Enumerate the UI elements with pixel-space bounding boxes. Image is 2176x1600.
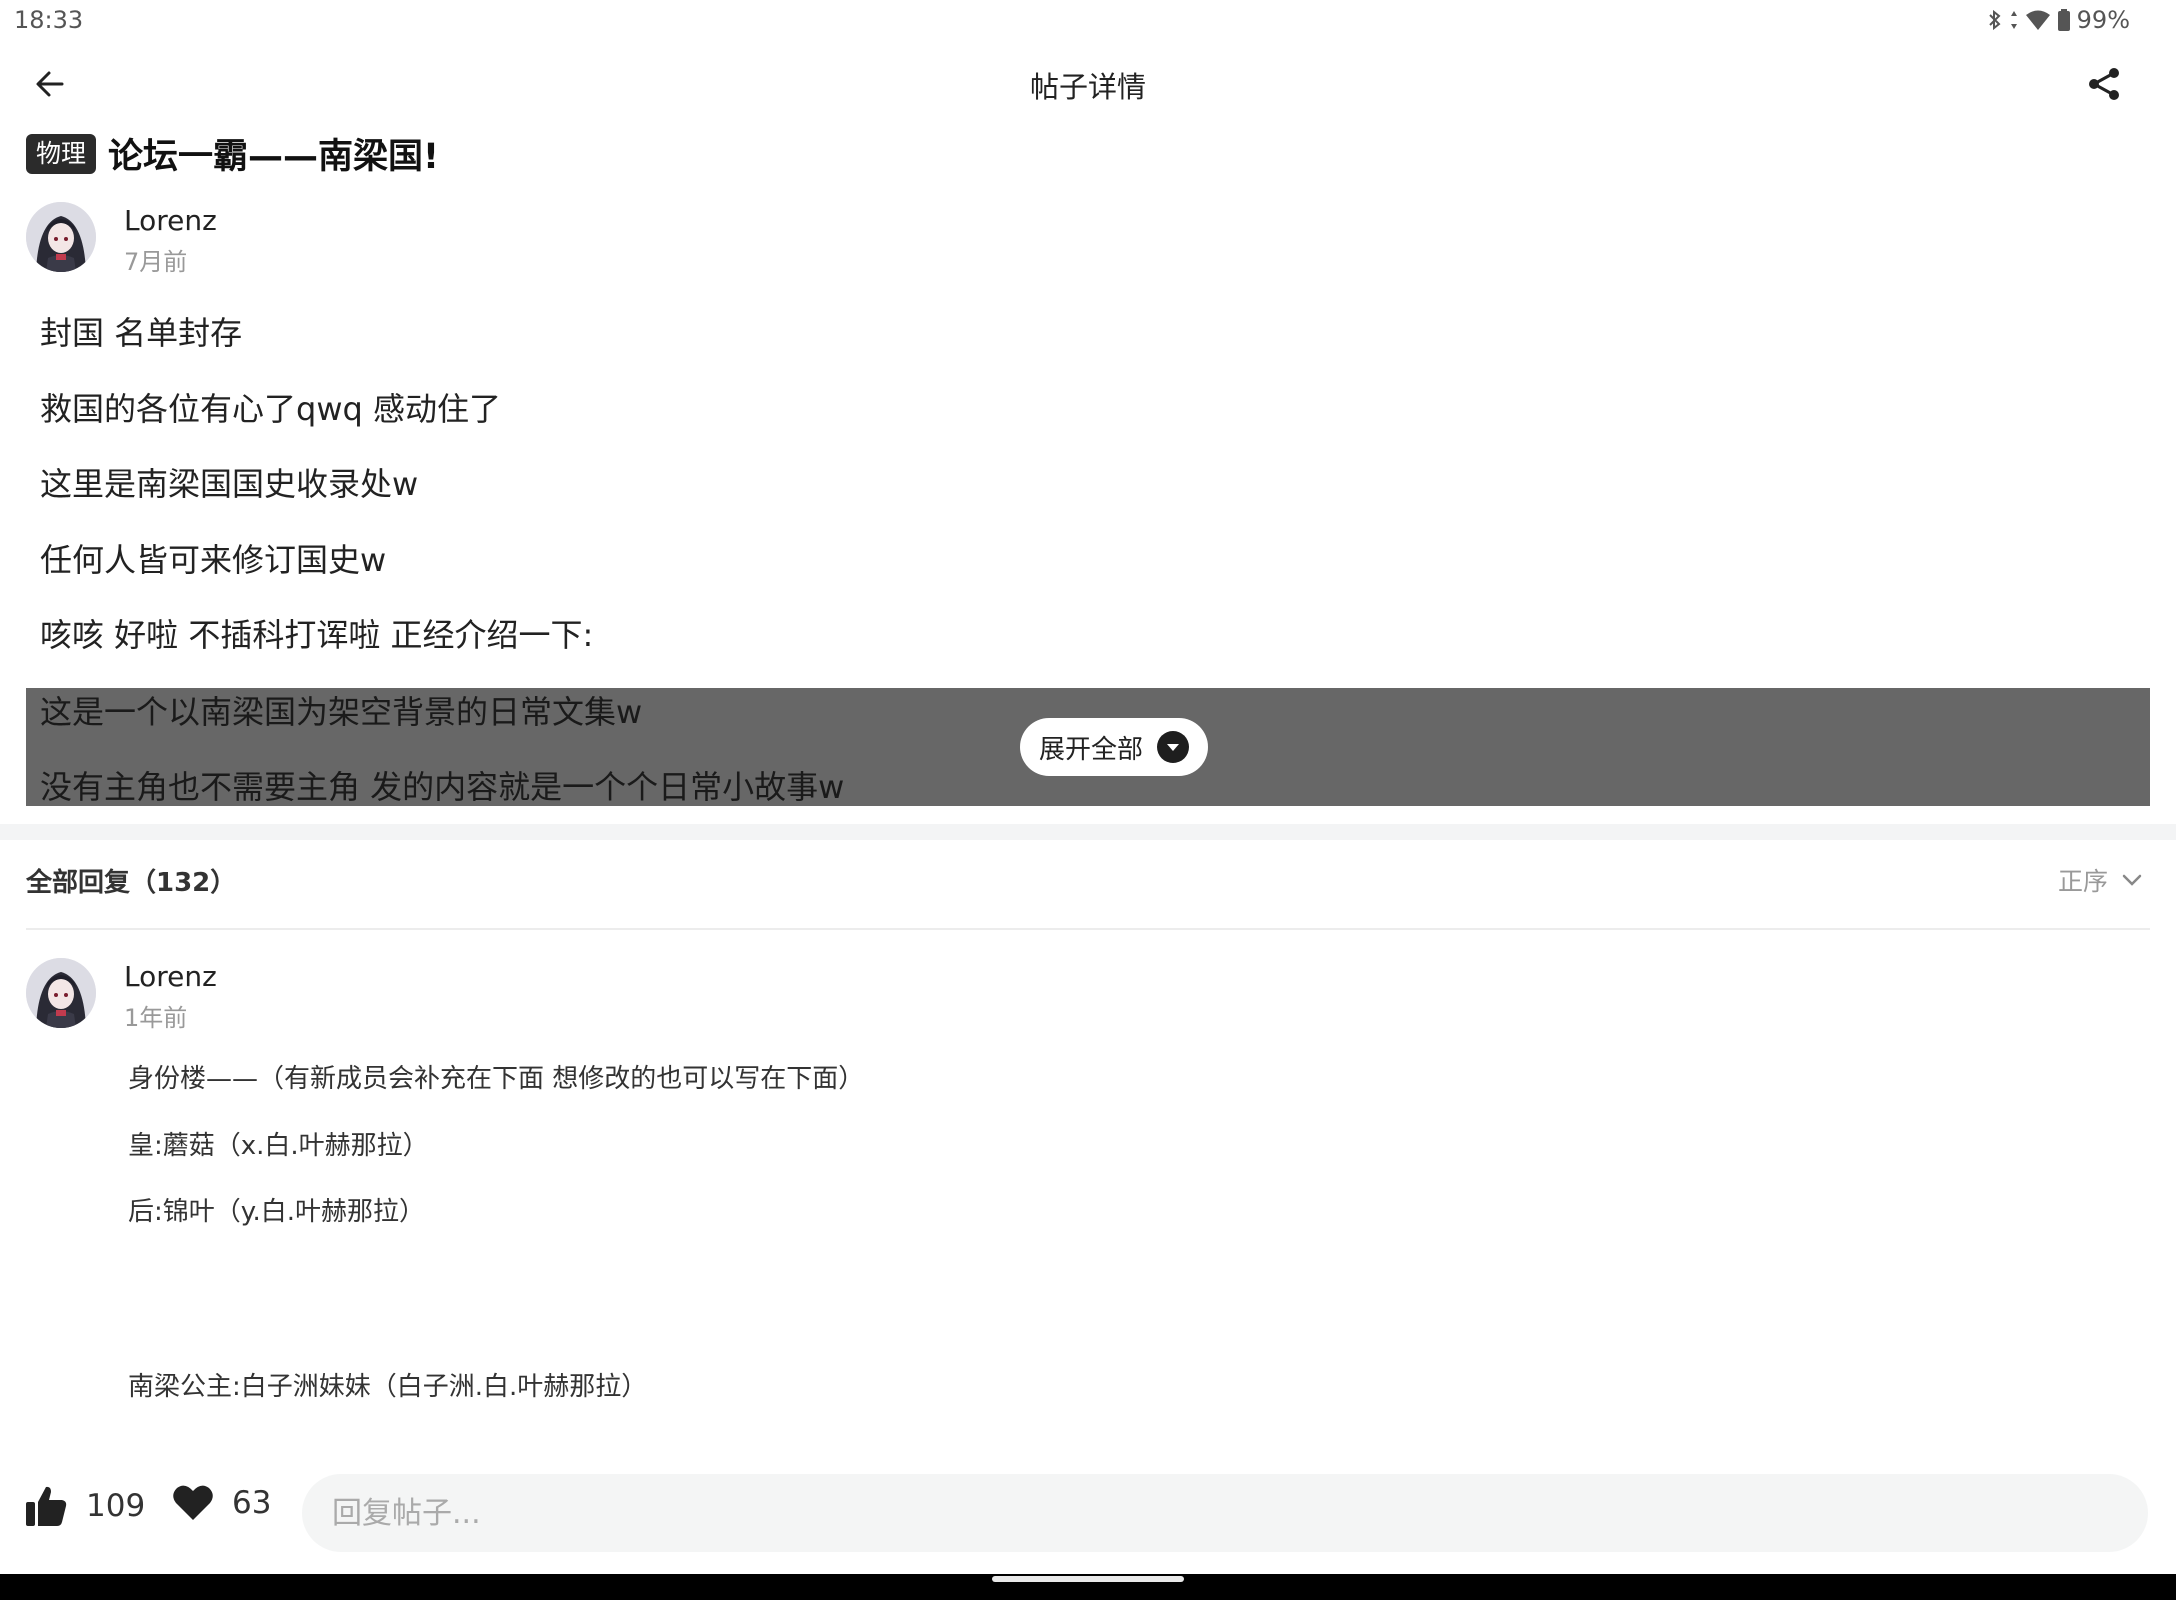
expand-all-label: 展开全部 [1038,734,1143,765]
replies-count-title: 全部回复（132） [26,868,237,898]
folded-line: 这是一个以南梁国为架空背景的日常文集w [40,693,643,731]
bottom-action-bar: 109 63 [0,1464,2176,1574]
battery-percent: 99% [2076,6,2130,34]
status-time: 18:33 [14,6,84,34]
bluetooth-icon [1988,9,2001,31]
chevron-down-icon [2122,874,2142,886]
reply-author-name[interactable]: Lorenz [124,960,217,993]
share-button[interactable] [2076,56,2132,112]
post-title: 论坛一霸——南梁国! [108,137,439,177]
data-arrows-icon [2010,11,2017,29]
battery-icon [2057,9,2070,31]
reply-line: 后:锦叶（y.白.叶赫那拉） [128,1197,425,1227]
like-count: 109 [86,1488,146,1524]
chevron-down-icon [1157,731,1189,763]
reply-author-avatar[interactable] [26,958,96,1028]
post-title-row: 物理 论坛一霸——南梁国! [26,128,439,179]
post-line: 咳咳 好啦 不插科打诨啦 正经介绍一下: [40,616,594,654]
reply-line: 身份楼——（有新成员会补充在下面 想修改的也可以写在下面） [128,1064,865,1094]
favorite-count: 63 [232,1485,272,1521]
reply-time: 1年前 [124,1004,188,1032]
sort-label: 正序 [2057,867,2108,896]
post-line: 任何人皆可来修订国史w [40,540,387,579]
share-icon [2089,68,2119,100]
post-line: 救国的各位有心了qwq 感动住了 [40,389,501,428]
home-indicator[interactable] [992,1576,1184,1582]
thumbs-up-icon [26,1486,67,1526]
heart-icon [173,1485,213,1520]
favorite-button[interactable]: 63 [172,1484,271,1522]
author-avatar[interactable] [26,202,96,272]
reply-line: 皇:蘑菇（x.白.叶赫那拉） [128,1131,429,1161]
author-name[interactable]: Lorenz [124,204,217,237]
sort-dropdown[interactable]: 正序 [2058,862,2142,898]
post-body: 封国 名单封存 救国的各位有心了qwq 感动住了 这里是南梁国国史收录处w 任何… [40,308,2140,686]
status-bar: 18:33 99% [0,0,2176,44]
reply-input[interactable] [302,1474,2148,1552]
reply-line: 南梁公主:白子洲妹妹（白子洲.白.叶赫那拉） [128,1372,648,1402]
post-line: 这里是南梁国国史收录处w [40,465,419,503]
folded-line: 没有主角也不需要主角 发的内容就是一个个日常小故事w [40,768,845,806]
page-title: 帖子详情 [1029,70,1146,104]
expand-all-button[interactable]: 展开全部 [1020,718,1208,776]
like-button[interactable]: 109 [24,1484,145,1528]
section-divider [0,824,2176,840]
status-icons: 99% [1987,6,2130,34]
category-tag[interactable]: 物理 [26,133,97,174]
avatar-image [26,958,96,1028]
divider [26,928,2150,930]
post-line: 封国 名单封存 [40,314,243,352]
wifi-icon [2025,10,2050,30]
app-bar: 帖子详情 [0,44,2176,124]
post-time: 7月前 [124,248,188,276]
avatar-image [26,202,96,272]
